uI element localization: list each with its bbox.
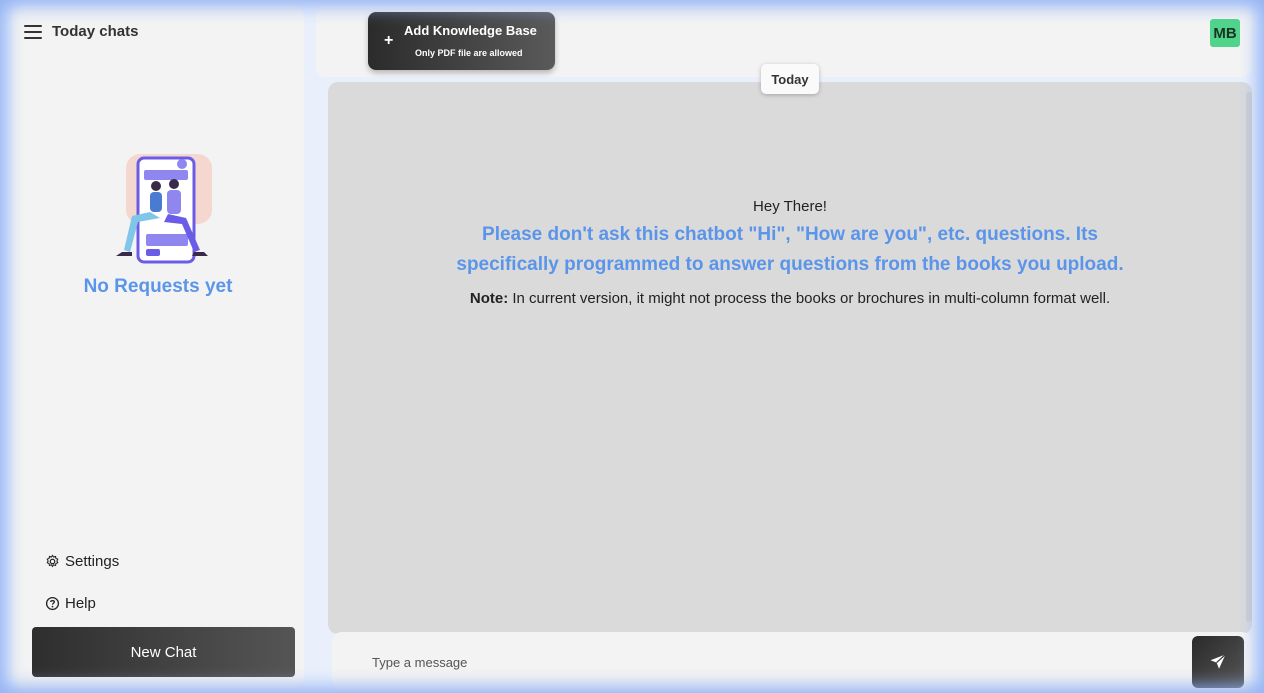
composer (332, 632, 1252, 690)
kb-button-subtitle: Only PDF file are allowed (415, 48, 523, 58)
settings-link[interactable]: Settings (45, 553, 119, 570)
kb-button-title: Add Knowledge Base (404, 23, 537, 38)
help-link[interactable]: Help (45, 595, 96, 612)
warning-text: Please don't ask this chatbot "Hi", "How… (456, 224, 1124, 275)
sidebar-title: Today chats (52, 23, 139, 40)
send-button[interactable] (1192, 636, 1244, 688)
empty-state-illustration (116, 154, 212, 264)
date-divider: Today (761, 64, 819, 94)
sidebar: Today chats No Requests yet Settings Hel… (12, 5, 304, 688)
note-label: Note: (469, 290, 509, 307)
avatar[interactable]: MB (1210, 19, 1240, 47)
empty-state-text: No Requests yet (83, 276, 233, 297)
greeting-text: Hey There! (753, 198, 827, 215)
send-icon (1210, 654, 1226, 669)
note-text: Note: In current version, it might not p… (328, 290, 1252, 307)
note-body: In current version, it might not process… (508, 290, 1111, 307)
sidebar-header: Today chats (24, 23, 138, 40)
add-knowledge-base-button[interactable]: + Add Knowledge Base Only PDF file are a… (368, 12, 555, 70)
gear-icon (46, 554, 59, 568)
menu-icon[interactable] (24, 24, 42, 39)
message-input[interactable] (372, 650, 1172, 674)
settings-label: Settings (65, 553, 120, 570)
help-label: Help (65, 595, 96, 612)
chat-area (328, 82, 1252, 634)
plus-icon: + (384, 32, 394, 49)
new-chat-button[interactable]: New Chat (32, 627, 295, 677)
help-icon (45, 596, 60, 611)
